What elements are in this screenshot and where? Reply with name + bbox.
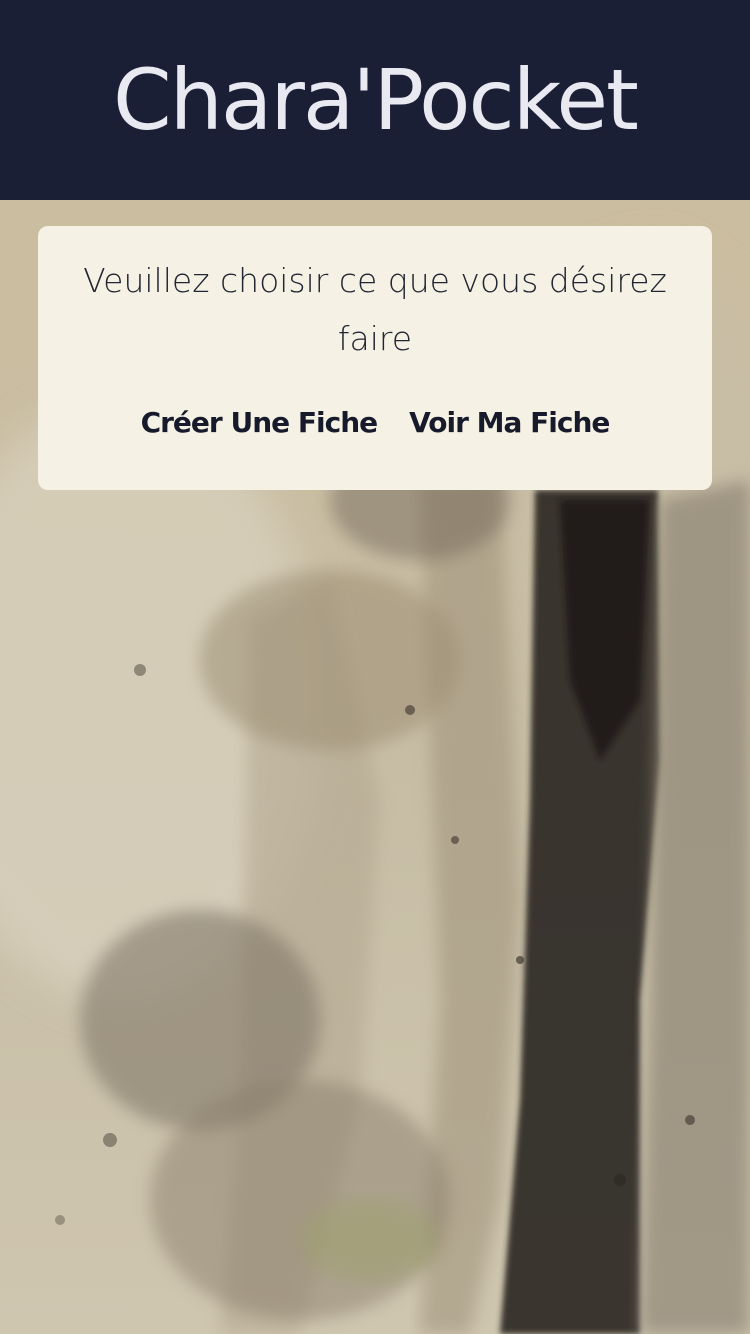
app-title: Chara'Pocket xyxy=(113,51,639,149)
choice-card: Veuillez choisir ce que vous désirez fai… xyxy=(38,226,712,490)
create-sheet-link[interactable]: Créer Une Fiche xyxy=(141,406,379,439)
action-links: Créer Une Fiche Voir Ma Fiche xyxy=(38,406,712,439)
choice-prompt: Veuillez choisir ce que vous désirez fai… xyxy=(83,261,667,358)
app-header: Chara'Pocket xyxy=(0,0,750,200)
view-sheet-link[interactable]: Voir Ma Fiche xyxy=(409,406,610,439)
